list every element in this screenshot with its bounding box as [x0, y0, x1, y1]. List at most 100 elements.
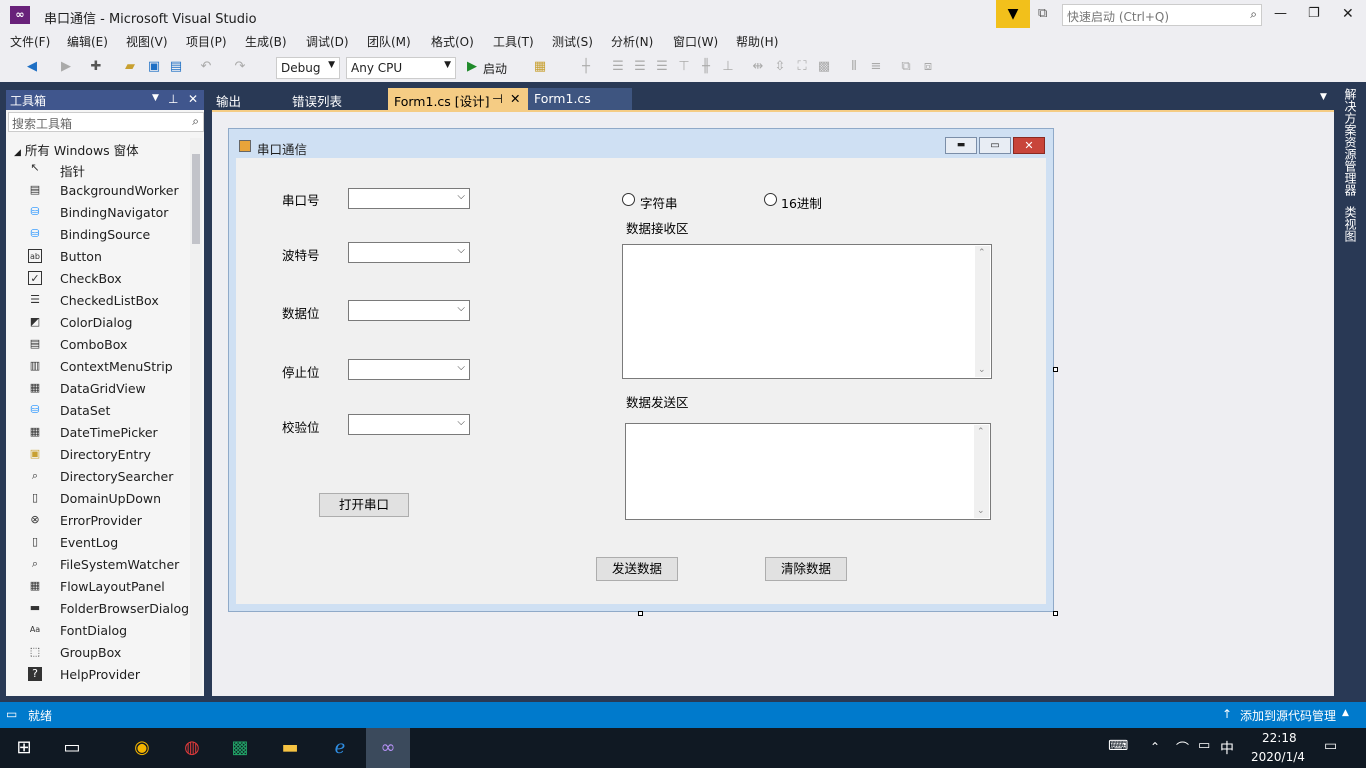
tab-close-icon[interactable]: ✕: [510, 91, 520, 106]
toolbox-scroll-thumb[interactable]: [192, 154, 200, 244]
network-icon[interactable]: ⌒: [1176, 738, 1189, 757]
tool-flowlayoutpanel[interactable]: ▦ FlowLayoutPanel: [6, 576, 186, 598]
same-size-icon[interactable]: ⛶: [794, 59, 810, 75]
align-tops-icon[interactable]: ⊤: [676, 59, 692, 75]
ime-indicator[interactable]: 中: [1220, 738, 1234, 758]
clear-data-button[interactable]: 清除数据: [765, 557, 847, 581]
chevron-up-icon[interactable]: ▲: [1342, 708, 1349, 718]
stopbits-combobox[interactable]: ⌵: [348, 359, 470, 380]
new-project-icon[interactable]: ✚: [88, 59, 104, 75]
send-scrollbar[interactable]: ⌃ ⌄: [974, 425, 989, 518]
send-back-icon[interactable]: ⧈: [920, 59, 936, 75]
platform-select[interactable]: Any CPU ▼: [346, 57, 456, 79]
send-data-button[interactable]: 发送数据: [596, 557, 678, 581]
tool-contextmenustrip[interactable]: ▥ ContextMenuStrip: [6, 356, 186, 378]
align-bottoms-icon[interactable]: ⊥: [720, 59, 736, 75]
align-lefts-icon[interactable]: ☰: [610, 59, 626, 75]
baud-combobox[interactable]: ⌵: [348, 242, 470, 263]
parity-combobox[interactable]: ⌵: [348, 414, 470, 435]
feedback-icon[interactable]: ⧉: [1038, 6, 1047, 21]
menu-test[interactable]: 测试(S): [552, 33, 593, 50]
forward-icon[interactable]: ▶: [58, 59, 74, 75]
tool-helpprovider[interactable]: ? HelpProvider: [6, 664, 186, 686]
h-spacing-icon[interactable]: ⫴: [846, 59, 862, 75]
close-button[interactable]: ✕: [1342, 6, 1354, 22]
start-button[interactable]: 启动: [483, 60, 507, 77]
menu-window[interactable]: 窗口(W): [673, 33, 718, 50]
same-height-icon[interactable]: ⇳: [772, 59, 788, 75]
tool-bindingsource[interactable]: ⛁ BindingSource: [6, 224, 186, 246]
quick-launch-input[interactable]: 快速启动 (Ctrl+Q) ⌕: [1062, 4, 1262, 26]
redo-icon[interactable]: ↷: [232, 59, 248, 75]
toolbox-group-header[interactable]: ◢ 所有 Windows 窗体: [14, 140, 139, 159]
toolbox-search-input[interactable]: 搜索工具箱 ⌕: [8, 112, 204, 132]
excel-icon[interactable]: ▩: [226, 734, 254, 762]
resize-handle-corner[interactable]: [1053, 611, 1058, 616]
clock-time[interactable]: 22:18: [1262, 731, 1297, 745]
tool-datetimepicker[interactable]: ▦ DateTimePicker: [6, 422, 186, 444]
align-grid-icon[interactable]: ┼: [578, 59, 594, 75]
tool-checkbox[interactable]: ✓ CheckBox: [6, 268, 186, 290]
tool-combobox[interactable]: ▤ ComboBox: [6, 334, 186, 356]
tool-datagridview[interactable]: ▦ DataGridView: [6, 378, 186, 400]
tab-output[interactable]: 输出: [210, 88, 284, 110]
chrome-icon[interactable]: ◉: [128, 734, 156, 762]
save-icon[interactable]: ▣: [146, 59, 162, 75]
tool-fontdialog[interactable]: Aa FontDialog: [6, 620, 186, 642]
open-port-button[interactable]: 打开串口: [319, 493, 409, 517]
recv-scrollbar[interactable]: ⌃ ⌄: [975, 246, 990, 377]
menu-project[interactable]: 项目(P): [186, 33, 227, 50]
send-textbox[interactable]: ⌃ ⌄: [625, 423, 991, 520]
battery-icon[interactable]: ▭: [1198, 738, 1210, 753]
chevron-up-icon[interactable]: ⌃: [1150, 740, 1160, 754]
form-maximize-button[interactable]: ▭: [979, 137, 1011, 154]
file-explorer-icon[interactable]: ▬: [276, 734, 304, 762]
tool-colordialog[interactable]: ◩ ColorDialog: [6, 312, 186, 334]
edge-icon[interactable]: ℯ: [326, 734, 354, 762]
same-width-icon[interactable]: ⇹: [750, 59, 766, 75]
bring-front-icon[interactable]: ⧉: [898, 59, 914, 75]
find-icon[interactable]: ▦: [532, 59, 548, 75]
config-select[interactable]: Debug ▼: [276, 57, 340, 79]
class-view-tab[interactable]: 类视图: [1342, 206, 1359, 242]
tool-folderbrowserdialog[interactable]: ▬ FolderBrowserDialog: [6, 598, 189, 620]
visual-studio-taskbar-icon[interactable]: ∞: [366, 728, 410, 768]
tab-overflow-icon[interactable]: ▼: [1320, 92, 1327, 102]
clock-date[interactable]: 2020/1/4: [1251, 750, 1305, 764]
netease-music-icon[interactable]: ◍: [178, 734, 206, 762]
toolbox-menu-icon[interactable]: ▼: [152, 93, 159, 103]
notification-flag-icon[interactable]: ▼: [996, 0, 1030, 28]
tool-button[interactable]: ab Button: [6, 246, 186, 268]
menu-view[interactable]: 视图(V): [126, 33, 168, 50]
menu-help[interactable]: 帮助(H): [736, 33, 778, 50]
tool-checkedlistbox[interactable]: ☰ CheckedListBox: [6, 290, 186, 312]
notification-center-icon[interactable]: ▭: [1324, 738, 1337, 754]
tool-bindingnavigator[interactable]: ⛁ BindingNavigator: [6, 202, 186, 224]
save-all-icon[interactable]: ▤: [168, 59, 184, 75]
menu-file[interactable]: 文件(F): [10, 33, 50, 50]
resize-handle-right[interactable]: [1053, 367, 1058, 372]
align-rights-icon[interactable]: ☰: [654, 59, 670, 75]
undo-icon[interactable]: ↶: [198, 59, 214, 75]
menu-debug[interactable]: 调试(D): [306, 33, 349, 50]
tab-form1-cs[interactable]: Form1.cs: [528, 88, 632, 110]
menu-team[interactable]: 团队(M): [367, 33, 411, 50]
menu-tools[interactable]: 工具(T): [493, 33, 534, 50]
databits-combobox[interactable]: ⌵: [348, 300, 470, 321]
tool-backgroundworker[interactable]: ▤ BackgroundWorker: [6, 180, 186, 202]
string-radio[interactable]: [622, 193, 635, 206]
align-centers-icon[interactable]: ☰: [632, 59, 648, 75]
back-icon[interactable]: ◀: [24, 59, 40, 75]
solution-explorer-tab[interactable]: 解决方案资源管理器: [1342, 88, 1359, 196]
size-to-grid-icon[interactable]: ▩: [816, 59, 832, 75]
windows-start-icon[interactable]: ⊞: [10, 734, 38, 762]
toolbox-close-icon[interactable]: ✕: [188, 92, 198, 106]
hex-radio[interactable]: [764, 193, 777, 206]
tab-error-list[interactable]: 错误列表: [286, 88, 386, 110]
tool-dataset[interactable]: ⛁ DataSet: [6, 400, 186, 422]
tool-directoryentry[interactable]: ▣ DirectoryEntry: [6, 444, 186, 466]
form-close-button[interactable]: ✕: [1013, 137, 1045, 154]
tab-form1-design[interactable]: Form1.cs [设计] ⊣ ✕: [388, 88, 528, 110]
minimize-button[interactable]: —: [1274, 6, 1287, 21]
resize-handle-bottom[interactable]: [638, 611, 643, 616]
